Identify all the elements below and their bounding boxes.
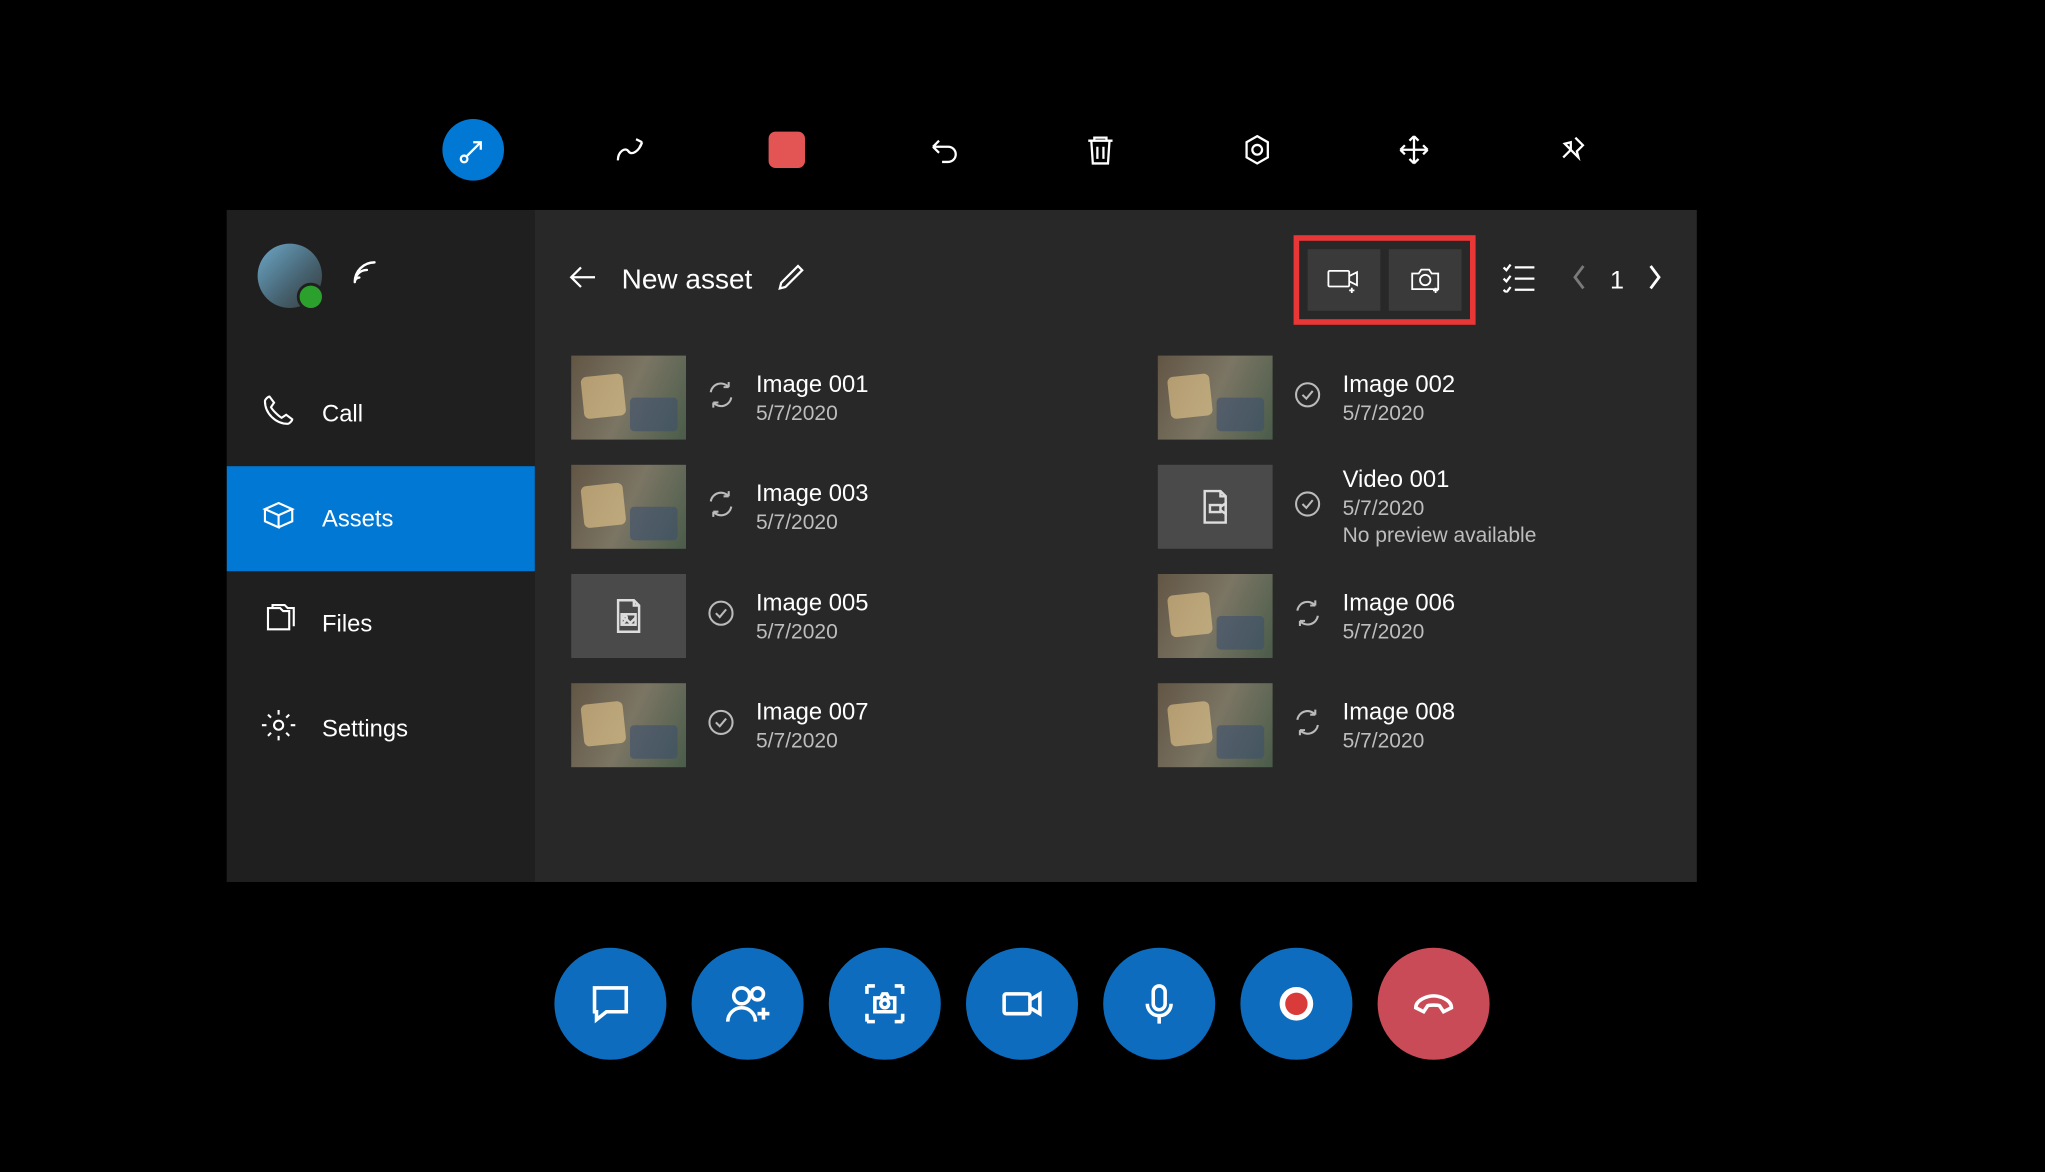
page-number: 1	[1610, 265, 1624, 294]
files-icon	[260, 602, 296, 645]
sidebar-item-assets[interactable]: Assets	[227, 466, 535, 571]
asset-item[interactable]: Image 005 5/7/2020	[571, 574, 1074, 658]
content-header: New asset 1	[535, 210, 1697, 342]
record-button[interactable]	[1240, 948, 1352, 1060]
asset-extra: No preview available	[1343, 524, 1537, 548]
asset-date: 5/7/2020	[1343, 620, 1455, 644]
collapse-arrow-icon[interactable]	[442, 119, 504, 181]
page-next-button[interactable]	[1644, 263, 1666, 298]
asset-date: 5/7/2020	[756, 729, 868, 753]
nav: Call Assets Files Settings	[227, 361, 535, 781]
thumbnail	[571, 465, 686, 549]
back-icon[interactable]	[566, 260, 600, 301]
annotation-toolbar	[0, 119, 2044, 181]
thumbnail-video-placeholder	[1158, 465, 1273, 549]
page-title: New asset	[622, 264, 753, 296]
chat-button[interactable]	[554, 948, 666, 1060]
sidebar: Call Assets Files Settings	[227, 210, 535, 882]
box-icon	[260, 497, 296, 540]
thumbnail-image-placeholder	[571, 574, 686, 658]
asset-name: Image 002	[1343, 370, 1455, 398]
add-photo-button[interactable]	[1389, 249, 1462, 311]
asset-item[interactable]: Video 001 5/7/2020 No preview available	[1158, 465, 1661, 549]
asset-grid: Image 001 5/7/2020 Image 002 5/7/2020 Im…	[535, 342, 1697, 787]
sidebar-item-label: Assets	[322, 505, 393, 533]
asset-name: Image 008	[1343, 698, 1455, 726]
trash-icon[interactable]	[1070, 119, 1132, 181]
stop-icon[interactable]	[756, 119, 818, 181]
asset-name: Image 006	[1343, 589, 1455, 617]
sidebar-item-files[interactable]: Files	[227, 571, 535, 676]
asset-item[interactable]: Image 003 5/7/2020	[571, 465, 1074, 549]
record-dot-icon	[1280, 987, 1314, 1021]
check-icon	[1292, 488, 1323, 526]
asset-date: 5/7/2020	[756, 510, 868, 534]
asset-item[interactable]: Image 002 5/7/2020	[1158, 356, 1661, 440]
wifi-icon	[347, 254, 383, 297]
pin-icon[interactable]	[1540, 119, 1602, 181]
call-bar	[0, 948, 2044, 1060]
profile-area	[227, 210, 535, 322]
page-prev-button[interactable]	[1568, 263, 1590, 298]
checklist-icon[interactable]	[1501, 261, 1537, 299]
sidebar-item-label: Settings	[322, 715, 408, 743]
thumbnail	[1158, 356, 1273, 440]
move-icon[interactable]	[1383, 119, 1445, 181]
sync-icon	[706, 379, 737, 417]
sync-icon	[1292, 706, 1323, 744]
check-icon	[706, 706, 737, 744]
asset-name: Video 001	[1343, 466, 1537, 494]
phone-icon	[260, 392, 296, 435]
check-icon	[706, 597, 737, 635]
asset-item[interactable]: Image 007 5/7/2020	[571, 683, 1074, 767]
thumbnail	[571, 356, 686, 440]
asset-name: Image 003	[756, 480, 868, 508]
sidebar-item-label: Call	[322, 400, 363, 428]
ink-icon[interactable]	[599, 119, 661, 181]
asset-date: 5/7/2020	[756, 401, 868, 425]
capture-buttons-highlight	[1294, 235, 1476, 325]
add-people-button[interactable]	[692, 948, 804, 1060]
pager: 1	[1568, 263, 1666, 298]
asset-date: 5/7/2020	[1343, 401, 1455, 425]
sidebar-item-label: Files	[322, 610, 372, 638]
sidebar-item-call[interactable]: Call	[227, 361, 535, 466]
asset-item[interactable]: Image 008 5/7/2020	[1158, 683, 1661, 767]
asset-date: 5/7/2020	[1343, 497, 1537, 521]
check-icon	[1292, 379, 1323, 417]
mic-button[interactable]	[1103, 948, 1215, 1060]
add-video-button[interactable]	[1308, 249, 1381, 311]
asset-name: Image 001	[756, 370, 868, 398]
video-button[interactable]	[966, 948, 1078, 1060]
snapshot-button[interactable]	[829, 948, 941, 1060]
settings-hex-icon[interactable]	[1226, 119, 1288, 181]
asset-name: Image 007	[756, 698, 868, 726]
thumbnail	[1158, 574, 1273, 658]
app-panel: Call Assets Files Settings New asset	[227, 210, 1697, 882]
avatar[interactable]	[258, 244, 322, 308]
thumbnail	[1158, 683, 1273, 767]
sidebar-item-settings[interactable]: Settings	[227, 676, 535, 781]
sync-icon	[1292, 597, 1323, 635]
asset-item[interactable]: Image 001 5/7/2020	[571, 356, 1074, 440]
thumbnail	[571, 683, 686, 767]
asset-item[interactable]: Image 006 5/7/2020	[1158, 574, 1661, 658]
undo-icon[interactable]	[913, 119, 975, 181]
content-area: New asset 1	[535, 210, 1697, 882]
asset-name: Image 005	[756, 589, 868, 617]
edit-icon[interactable]	[775, 260, 809, 301]
gear-icon	[260, 707, 296, 750]
asset-date: 5/7/2020	[756, 620, 868, 644]
hangup-button[interactable]	[1378, 948, 1490, 1060]
sync-icon	[706, 488, 737, 526]
asset-date: 5/7/2020	[1343, 729, 1455, 753]
